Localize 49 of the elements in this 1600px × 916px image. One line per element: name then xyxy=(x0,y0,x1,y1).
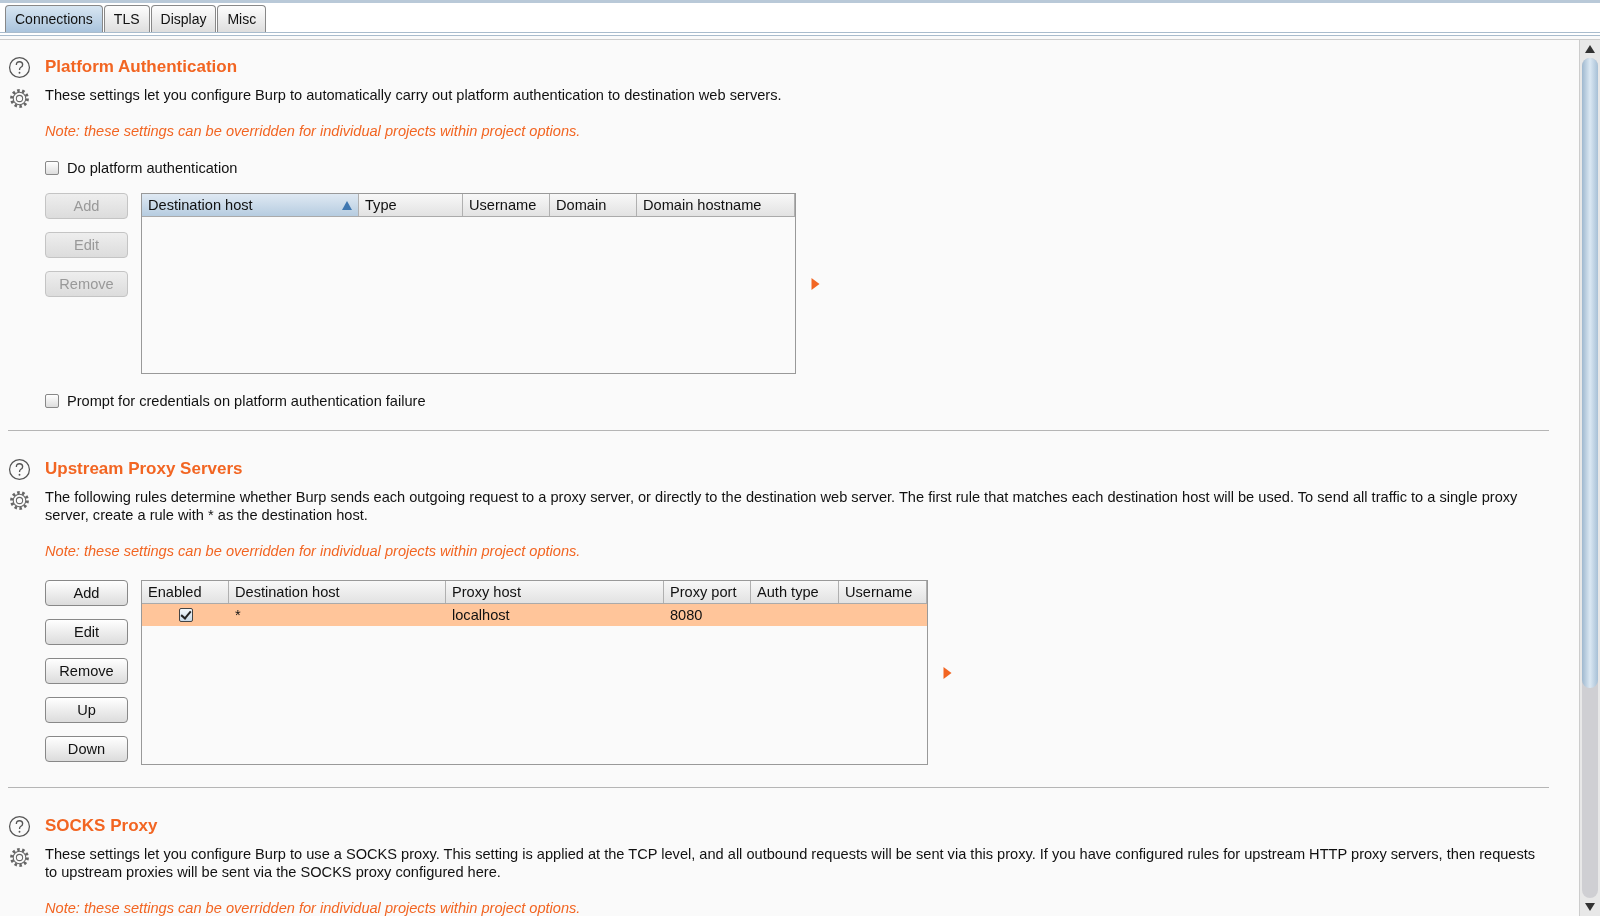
column-header[interactable]: Destination host xyxy=(229,581,446,603)
settings-icon[interactable] xyxy=(8,489,31,512)
column-header[interactable]: Domain xyxy=(550,194,637,216)
column-header[interactable]: Destination host xyxy=(142,194,359,216)
tab[interactable]: Display xyxy=(150,5,217,32)
settings-icon[interactable] xyxy=(8,87,31,110)
enabled-checkbox[interactable] xyxy=(178,608,193,622)
help-icon[interactable] xyxy=(8,815,31,838)
section-title: Upstream Proxy Servers xyxy=(45,458,244,480)
scrollbar[interactable] xyxy=(1579,40,1600,916)
section-title: Platform Authentication xyxy=(45,56,239,78)
column-header[interactable]: Proxy host xyxy=(446,581,664,603)
note-text: Note: these settings can be overridden for individual projects within project options. xyxy=(45,899,582,916)
scrollbar-thumb[interactable] xyxy=(1582,58,1598,688)
note-text: Note: these settings can be overridden for individual projects within project options. xyxy=(45,122,582,140)
section-description: These settings let you configure Burp to automatically carry out platform authentication to destination web servers. xyxy=(45,86,783,104)
action-button[interactable]: Remove xyxy=(45,658,128,684)
action-button[interactable]: Add xyxy=(45,580,128,606)
tab[interactable]: TLS xyxy=(103,5,150,32)
scroll-up-icon[interactable] xyxy=(1585,45,1595,53)
column-header[interactable]: Username xyxy=(839,581,927,603)
sort-arrow-icon xyxy=(342,200,352,210)
column-header[interactable]: Username xyxy=(463,194,550,216)
table-cell: * xyxy=(235,607,241,623)
column-header[interactable]: Auth type xyxy=(751,581,839,603)
help-icon[interactable] xyxy=(8,56,31,79)
column-header[interactable]: Domain hostname xyxy=(637,194,795,216)
note-text: Note: these settings can be overridden for individual projects within project options. xyxy=(45,542,582,560)
table-cell: localhost xyxy=(452,607,510,623)
help-icon[interactable] xyxy=(8,458,31,481)
tab[interactable]: Misc xyxy=(217,5,267,32)
action-button[interactable]: Down xyxy=(45,736,128,762)
settings-icon[interactable] xyxy=(8,846,31,869)
table-row[interactable]: * localhost 8080 xyxy=(142,604,927,626)
section-description: The following rules determine whether Burp sends each outgoing request to a proxy server, or directly to the destination web server. The first rule that matches each destination host will be used. To send all traffic to a single proxy server, create a rule with * as the destination host. xyxy=(45,488,1519,524)
column-header[interactable]: Type xyxy=(359,194,463,216)
column-header[interactable]: Proxy port xyxy=(664,581,751,603)
checkbox-option[interactable]: Prompt for credentials on platform authentication failure xyxy=(45,392,1549,410)
tab[interactable]: Connections xyxy=(5,5,103,32)
action-button[interactable]: Up xyxy=(45,697,128,723)
arrow-icon[interactable] xyxy=(811,277,820,290)
table-cell: 8080 xyxy=(670,607,703,623)
checkbox-option[interactable]: Do platform authentication xyxy=(45,159,1549,177)
column-header[interactable]: Enabled xyxy=(142,581,229,603)
arrow-icon[interactable] xyxy=(943,666,952,679)
section-title: SOCKS Proxy xyxy=(45,815,159,837)
action-button[interactable]: Edit xyxy=(45,619,128,645)
scroll-down-icon[interactable] xyxy=(1585,903,1595,911)
section-description: These settings let you configure Burp to use a SOCKS proxy. This setting is applied at the TCP level, and all outbound requests will be sent via this proxy. If you have configured rules for upstream HTTP proxy servers, then requests to upstream proxies will be sent via the SOCKS proxy configured here. xyxy=(45,845,1537,881)
